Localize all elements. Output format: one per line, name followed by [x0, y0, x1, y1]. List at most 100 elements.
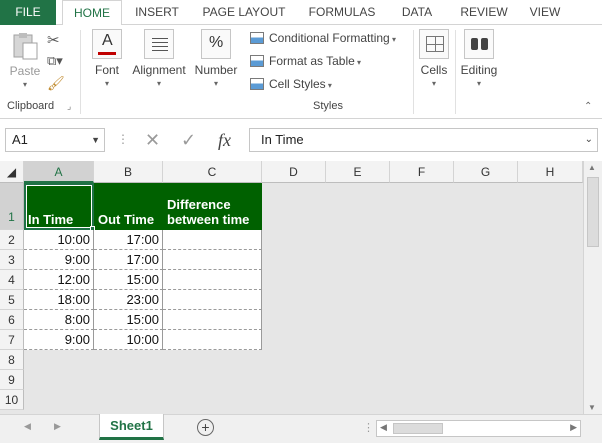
prev-sheet-icon[interactable]: ◀	[24, 421, 31, 432]
row-header-9[interactable]: 9	[0, 370, 24, 390]
table-cell[interactable]: 15:00	[94, 270, 163, 290]
tab-page-layout[interactable]: PAGE LAYOUT	[196, 0, 292, 25]
vertical-scrollbar[interactable]: ▲ ▼	[583, 161, 602, 414]
row-header-4[interactable]: 4	[0, 270, 24, 290]
align-icon	[144, 29, 174, 59]
paste-label: Paste	[9, 64, 41, 78]
table-cell[interactable]: 8:00	[24, 310, 94, 330]
font-button[interactable]: A Font ▾	[87, 29, 127, 88]
row-header-3[interactable]: 3	[0, 250, 24, 270]
table-cell[interactable]: 10:00	[24, 230, 94, 250]
select-all-button[interactable]: ◢	[0, 161, 24, 183]
row-header-1[interactable]: 1	[0, 183, 24, 230]
font-color-icon: A	[92, 29, 122, 59]
table-cell[interactable]	[163, 310, 262, 330]
conditional-formatting-label: Conditional Formatting	[269, 31, 390, 45]
cell-styles-icon	[250, 78, 264, 90]
table-cell[interactable]: 9:00	[24, 250, 94, 270]
scroll-left-icon[interactable]: ◀	[380, 422, 387, 433]
worksheet-grid[interactable]: ◢ A B C D E F G H 1 2 3 4 5 6 7 8 9 10 I…	[0, 161, 602, 414]
chevron-down-icon: ▾	[213, 79, 218, 88]
editing-button[interactable]: Editing ▾	[458, 29, 500, 88]
column-header-g[interactable]: G	[454, 161, 518, 183]
table-cell[interactable]: 12:00	[24, 270, 94, 290]
scroll-up-icon[interactable]: ▲	[588, 163, 596, 172]
table-cell[interactable]	[163, 250, 262, 270]
row-header-5[interactable]: 5	[0, 290, 24, 310]
row-header-6[interactable]: 6	[0, 310, 24, 330]
cell-styles-button[interactable]: Cell Styles ▾	[250, 74, 332, 94]
ribbon: Paste ▾ ✂ ⧉▾ 🖌 Clipboard ⌟ A Font ▾ Alig…	[0, 25, 602, 119]
table-cell[interactable]: 10:00	[94, 330, 163, 350]
chevron-down-icon[interactable]: ▼	[91, 129, 100, 151]
alignment-button[interactable]: Alignment ▾	[130, 29, 188, 88]
percent-icon: %	[201, 29, 231, 59]
column-header-d[interactable]: D	[262, 161, 326, 183]
scroll-down-icon[interactable]: ▼	[588, 403, 596, 412]
enter-icon[interactable]: ✓	[181, 128, 196, 152]
table-cell[interactable]	[163, 330, 262, 350]
number-label: Number	[194, 63, 238, 77]
row-header-2[interactable]: 2	[0, 230, 24, 250]
header-cell-difference[interactable]: Difference between time	[163, 183, 262, 230]
active-cell-selection	[24, 183, 94, 230]
cancel-icon[interactable]: ✕	[145, 128, 160, 152]
table-cell[interactable]	[163, 230, 262, 250]
tab-file[interactable]: FILE	[0, 0, 56, 25]
tab-review[interactable]: REVIEW	[452, 0, 516, 25]
table-cell[interactable]: 15:00	[94, 310, 163, 330]
table-cell[interactable]	[163, 270, 262, 290]
row-header-7[interactable]: 7	[0, 330, 24, 350]
format-painter-icon[interactable]: 🖌	[47, 75, 65, 92]
editing-label: Editing	[460, 63, 498, 77]
scroll-right-icon[interactable]: ▶	[570, 422, 577, 433]
tab-view[interactable]: VIEW	[523, 0, 567, 25]
table-cell[interactable]: 18:00	[24, 290, 94, 310]
paste-button[interactable]: Paste ▾	[6, 31, 44, 89]
header-cell-out-time[interactable]: Out Time	[94, 183, 163, 230]
row-header-10[interactable]: 10	[0, 390, 24, 410]
column-header-a[interactable]: A	[24, 161, 94, 183]
chevron-down-icon[interactable]: ⌄	[585, 129, 593, 151]
format-as-table-button[interactable]: Format as Table ▾	[250, 51, 361, 71]
collapse-ribbon-icon[interactable]: ⌃	[584, 101, 592, 112]
horizontal-scrollbar[interactable]: ◀ ▶	[376, 420, 581, 437]
column-header-b[interactable]: B	[94, 161, 163, 183]
scroll-thumb[interactable]	[587, 177, 599, 247]
table-cell[interactable]: 17:00	[94, 230, 163, 250]
scroll-thumb[interactable]	[393, 423, 443, 434]
column-header-e[interactable]: E	[326, 161, 390, 183]
column-header-f[interactable]: F	[390, 161, 454, 183]
separator	[80, 30, 81, 114]
copy-icon[interactable]: ⧉▾	[47, 53, 63, 69]
table-cell[interactable]: 23:00	[94, 290, 163, 310]
row-header-8[interactable]: 8	[0, 350, 24, 370]
tab-insert[interactable]: INSERT	[127, 0, 187, 25]
next-sheet-icon[interactable]: ▶	[54, 421, 61, 432]
tab-formulas[interactable]: FORMULAS	[302, 0, 382, 25]
tab-home[interactable]: HOME	[62, 0, 122, 26]
table-cell[interactable]: 17:00	[94, 250, 163, 270]
chevron-down-icon: ▾	[156, 79, 161, 88]
add-sheet-icon[interactable]: +	[197, 419, 214, 436]
sheet-tab-sheet1[interactable]: Sheet1	[99, 414, 164, 440]
formula-input[interactable]: In Time ⌄	[249, 128, 598, 152]
cells-button[interactable]: Cells ▾	[418, 29, 450, 88]
number-button[interactable]: % Number ▾	[193, 29, 239, 88]
column-header-h[interactable]: H	[518, 161, 583, 183]
ribbon-tab-bar: FILE HOME INSERT PAGE LAYOUT FORMULAS DA…	[0, 0, 602, 26]
format-as-table-label: Format as Table	[269, 54, 355, 68]
conditional-formatting-button[interactable]: Conditional Formatting ▾	[250, 28, 396, 48]
cut-icon[interactable]: ✂	[47, 31, 60, 49]
tab-data[interactable]: DATA	[391, 0, 443, 25]
name-box[interactable]: A1 ▼	[5, 128, 105, 152]
conditional-formatting-icon	[250, 32, 264, 44]
insert-function-icon[interactable]: fx	[218, 128, 231, 152]
chevron-down-icon: ▾	[104, 79, 109, 88]
table-cell[interactable]	[163, 290, 262, 310]
dialog-launcher-icon[interactable]: ⌟	[67, 101, 71, 112]
chevron-down-icon: ▾	[431, 79, 436, 88]
column-header-c[interactable]: C	[163, 161, 262, 183]
separator	[413, 30, 414, 114]
table-cell[interactable]: 9:00	[24, 330, 94, 350]
